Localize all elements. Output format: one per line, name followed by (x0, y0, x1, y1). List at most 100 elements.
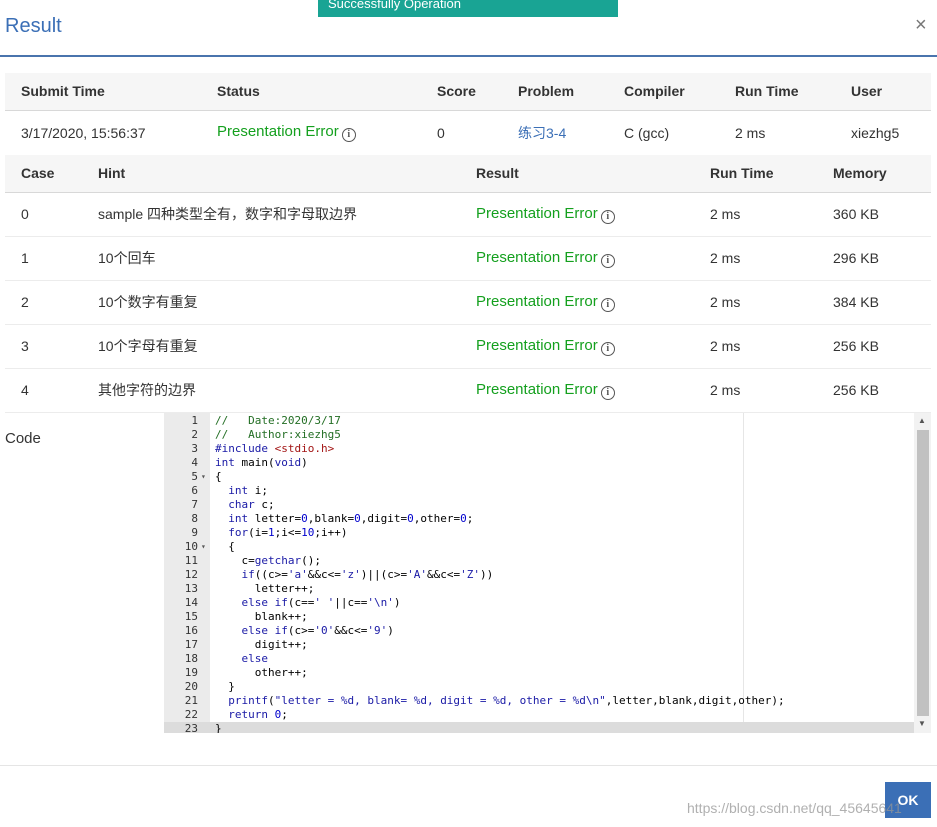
info-icon[interactable]: i (600, 341, 615, 356)
line-number: 5 (191, 470, 198, 483)
code-text: { (215, 540, 235, 553)
line-number: 6 (191, 484, 198, 497)
line-number: 21 (184, 694, 198, 707)
code-line[interactable]: 6 int i; (164, 484, 931, 498)
dialog-title: Result (5, 15, 62, 37)
code-text: else if(c==' '||c=='\n') (241, 596, 401, 609)
code-text: letter++; (215, 582, 315, 595)
line-number: 18 (184, 652, 198, 665)
code-editor[interactable]: 1 // Date:2020/3/17 2 // Author:xiezhg5 3 #in… (164, 413, 931, 733)
case-run-time: 2 ms (694, 324, 817, 369)
code-text: // Date:2020/3/17 (215, 414, 341, 427)
case-table: Case Hint Result Run Time Memory 0 sampl… (5, 155, 931, 413)
case-memory: 296 KB (817, 236, 931, 281)
code-text: digit++; (215, 638, 308, 651)
line-number: 7 (191, 498, 198, 511)
submission-table: Submit Time Status Score Problem Compile… (5, 73, 931, 156)
code-line[interactable]: 15 blank++; (164, 610, 931, 624)
code-line[interactable]: 11 c=getchar(); (164, 554, 931, 568)
code-line[interactable]: 20 } (164, 680, 931, 694)
code-text: if((c>='a'&&c<='z')||(c>='A'&&c<='Z')) (241, 568, 494, 581)
code-text: printf("letter = %d, blank= %d, digit = … (228, 694, 785, 707)
result-text: Presentation Error (476, 336, 598, 354)
code-text: for(i=1;i<=10;i++) (228, 526, 348, 539)
code-line[interactable]: 16 else if(c>='0'&&c<='9') (164, 624, 931, 638)
info-icon[interactable]: i (600, 253, 615, 268)
code-line[interactable]: 8 int letter=0,blank=0,digit=0,other=0; (164, 512, 931, 526)
line-number: 11 (184, 554, 198, 567)
case-number: 1 (5, 236, 82, 281)
line-number: 22 (184, 708, 198, 721)
header-case-run-time: Run Time (694, 155, 817, 193)
code-text: } (215, 722, 222, 733)
code-line[interactable]: 5 ▾ { (164, 470, 931, 484)
fold-arrow-icon[interactable]: ▾ (201, 540, 206, 554)
footer-divider (0, 765, 937, 766)
code-line[interactable]: 19 other++; (164, 666, 931, 680)
code-line[interactable]: 10 ▾ { (164, 540, 931, 554)
code-line[interactable]: 9 for(i=1;i<=10;i++) (164, 526, 931, 540)
case-run-time: 2 ms (694, 368, 817, 413)
fold-arrow-icon[interactable]: ▾ (201, 470, 206, 484)
problem-link[interactable]: 练习3-4 (518, 125, 566, 141)
code-line[interactable]: 21 printf("letter = %d, blank= %d, digit… (164, 694, 931, 708)
info-icon[interactable]: i (341, 128, 356, 142)
header-hint: Hint (82, 155, 460, 193)
line-number: 15 (184, 610, 198, 623)
case-result: Presentation Error i (460, 236, 694, 281)
case-hint: 10个字母有重复 (82, 324, 460, 369)
line-number: 23 (184, 722, 198, 733)
line-number: 13 (184, 582, 198, 595)
code-text: int main(void) (215, 456, 308, 469)
result-text: Presentation Error (476, 204, 598, 222)
code-line[interactable]: 18 else (164, 652, 931, 666)
scrollbar-thumb[interactable] (917, 430, 929, 716)
header-memory: Memory (817, 155, 931, 193)
line-number: 14 (184, 596, 198, 609)
code-line[interactable]: 23} (164, 722, 931, 733)
case-result: Presentation Error i (460, 192, 694, 237)
header-submit-time: Submit Time (5, 73, 201, 111)
code-line[interactable]: 7 char c; (164, 498, 931, 512)
line-number: 3 (191, 442, 198, 455)
submission-row: 3/17/2020, 15:56:37 Presentation Error i … (5, 110, 931, 156)
code-line[interactable]: 4 int main(void) (164, 456, 931, 470)
line-number: 16 (184, 624, 198, 637)
code-line[interactable]: 3 #include <stdio.h> (164, 442, 931, 456)
header-compiler: Compiler (608, 73, 719, 111)
code-line[interactable]: 22 return 0; (164, 708, 931, 722)
result-text: Presentation Error (476, 380, 598, 398)
code-text: #include <stdio.h> (215, 442, 335, 455)
run-time: 2 ms (719, 110, 835, 156)
line-number: 1 (191, 414, 198, 427)
problem-cell: 练习3-4 (502, 110, 608, 156)
header-status: Status (201, 73, 421, 111)
info-icon[interactable]: i (600, 209, 615, 224)
case-header-row: Case Hint Result Run Time Memory (5, 155, 931, 193)
code-line[interactable]: 17 digit++; (164, 638, 931, 652)
status-cell: Presentation Error i (201, 110, 421, 156)
code-line[interactable]: 12 if((c>='a'&&c<='z')||(c>='A'&&c<='Z')… (164, 568, 931, 582)
info-icon[interactable]: i (600, 385, 615, 400)
scroll-up-icon[interactable]: ▲ (918, 416, 926, 425)
line-number: 4 (191, 456, 198, 469)
case-hint: sample 四种类型全有，数字和字母取边界 (82, 192, 460, 237)
close-button[interactable]: × (915, 15, 927, 35)
code-line[interactable]: 13 letter++; (164, 582, 931, 596)
code-text: else (241, 652, 269, 665)
case-run-time: 2 ms (694, 192, 817, 237)
code-line[interactable]: 2 // Author:xiezhg5 (164, 428, 931, 442)
info-icon[interactable]: i (600, 297, 615, 312)
code-line[interactable]: 1 // Date:2020/3/17 (164, 414, 931, 428)
case-memory: 256 KB (817, 324, 931, 369)
table-row: 1 10个回车 Presentation Error i 2 ms 296 KB (5, 236, 931, 281)
line-number: 20 (184, 680, 198, 693)
code-text: // Author:xiezhg5 (215, 428, 341, 441)
case-run-time: 2 ms (694, 280, 817, 325)
scroll-down-icon[interactable]: ▼ (918, 719, 926, 728)
score: 0 (421, 110, 502, 156)
code-text: } (215, 680, 235, 693)
table-row: 3 10个字母有重复 Presentation Error i 2 ms 256 … (5, 324, 931, 369)
code-line[interactable]: 14 else if(c==' '||c=='\n') (164, 596, 931, 610)
case-hint: 10个数字有重复 (82, 280, 460, 325)
